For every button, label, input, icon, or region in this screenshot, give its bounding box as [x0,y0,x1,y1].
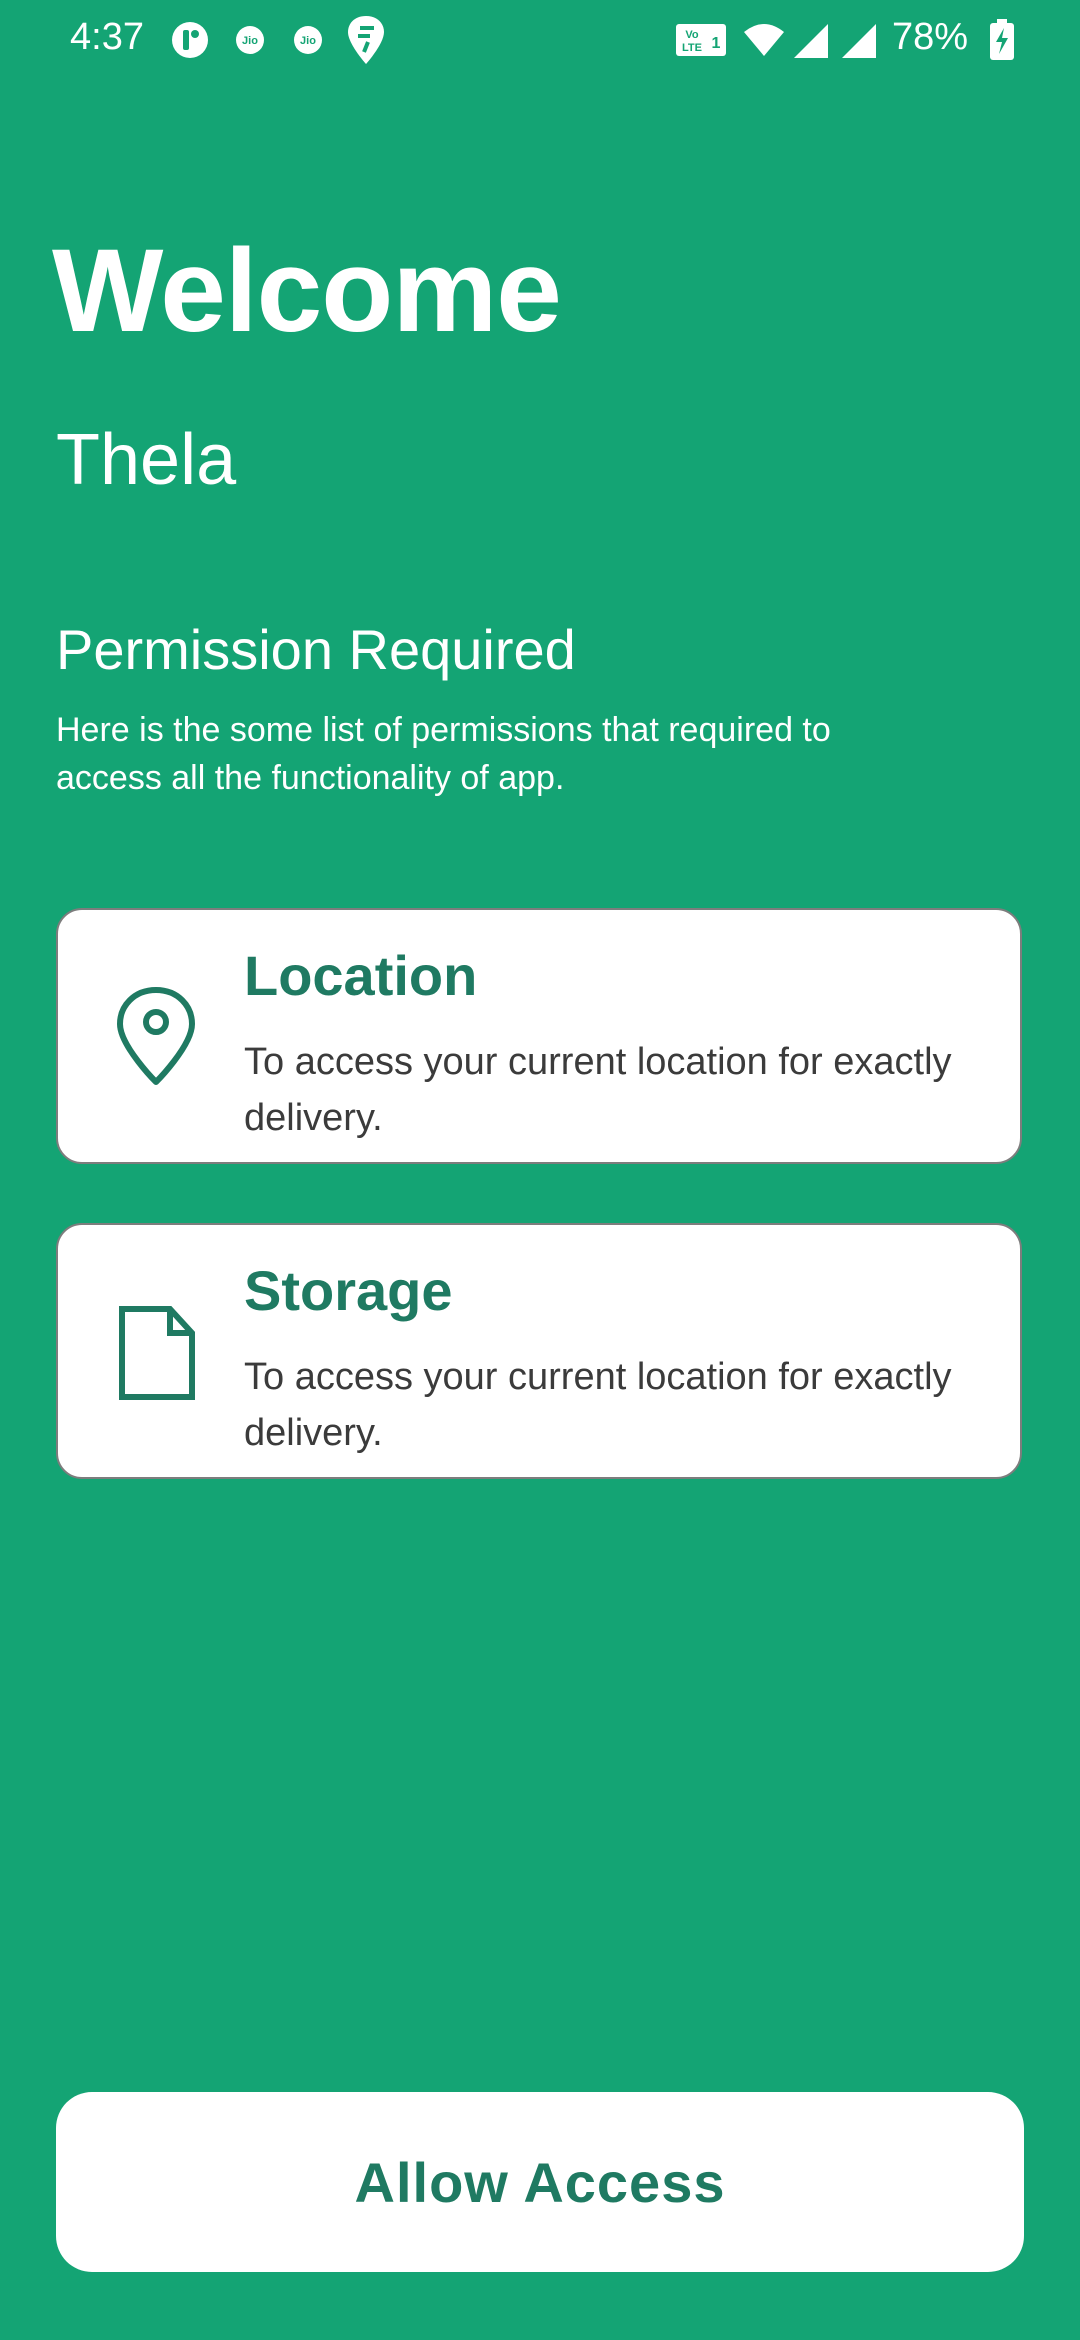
permission-title: Permission Required [56,618,576,681]
svg-text:LTE: LTE [682,42,702,54]
location-pin-icon [117,987,195,1085]
battery-icon [990,19,1014,60]
allow-access-button[interactable]: Allow Access [56,2092,1024,2272]
permission-card-location[interactable]: Location To access your current location… [56,908,1022,1164]
permission-card-description: To access your current location for exac… [244,1356,952,1454]
swiggy-icon [348,16,384,64]
welcome-title: Welcome [52,225,562,357]
signal-icon [794,24,828,58]
status-time: 4:37 [70,16,144,58]
permission-card-title: Location [244,944,478,1007]
permission-card-storage[interactable]: Storage To access your current location … [56,1223,1022,1479]
svg-text:1: 1 [712,35,721,52]
permission-card-description: To access your current location for exac… [244,1041,952,1139]
jio-icon: Jio [294,26,322,54]
battery-percent: 78% [891,16,968,58]
permission-card-title: Storage [244,1259,453,1322]
svg-text:Vo: Vo [685,29,699,41]
status-bar: 4:37 Jio Jio Vo LTE 1 78% [0,0,1080,80]
document-icon [119,1306,195,1400]
svg-text:Jio: Jio [300,35,316,47]
permission-screen: 4:37 Jio Jio Vo LTE 1 78% Welcome Thela … [0,0,1080,2340]
app-badge-icon [172,22,208,58]
wifi-icon [744,24,784,56]
permission-description: Here is the some list of permissions tha… [56,711,831,797]
volte-icon: Vo LTE 1 [676,24,726,56]
app-name: Thela [56,420,237,500]
svg-text:Jio: Jio [242,35,258,47]
allow-access-label: Allow Access [354,2150,726,2214]
signal-icon [842,24,876,58]
jio-icon: Jio [236,26,264,54]
